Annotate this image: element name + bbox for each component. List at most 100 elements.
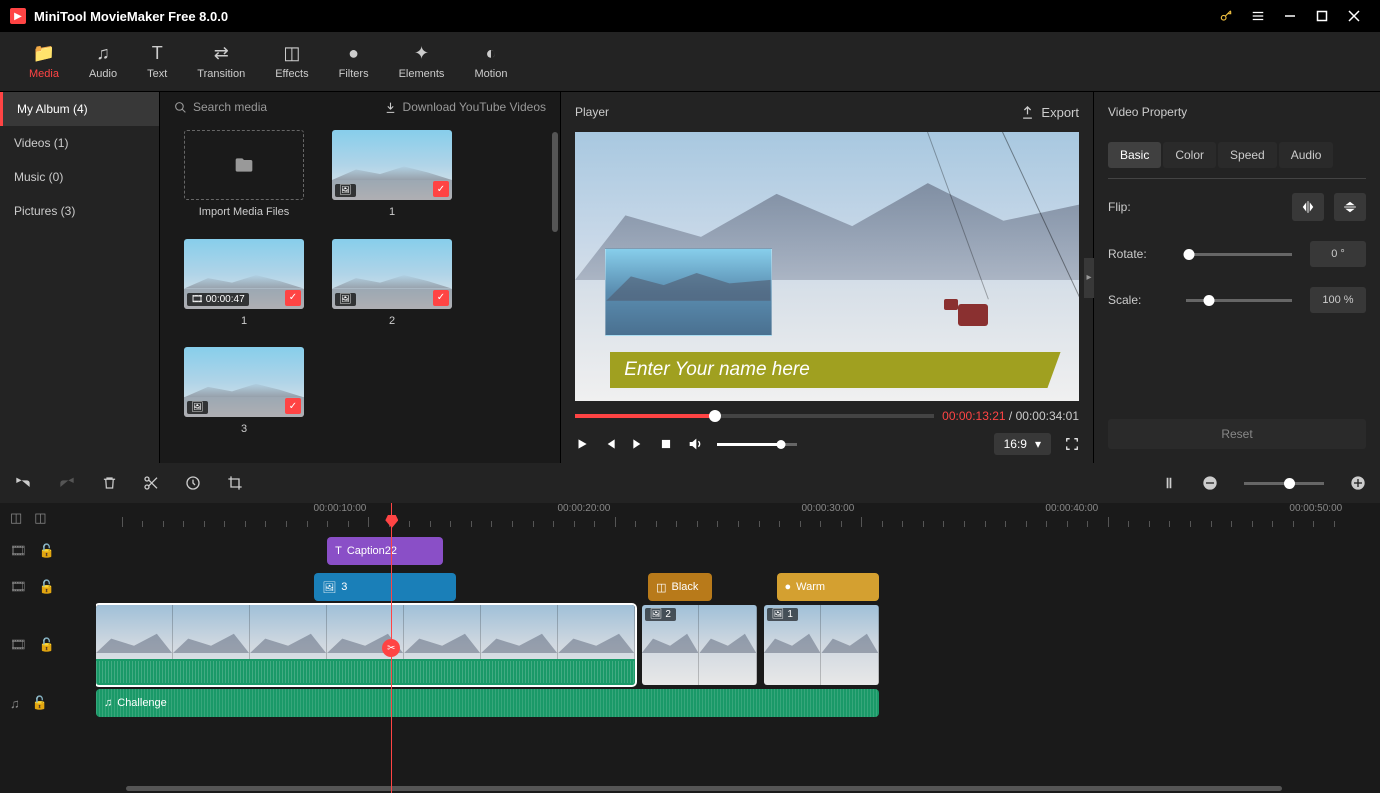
close-button[interactable] [1338,0,1370,32]
speed-button[interactable] [185,475,201,491]
sidebar-item-myalbum[interactable]: My Album (4) [0,92,159,126]
lock-icon[interactable]: 🔓 [39,543,55,559]
motion-icon: ◐ [486,43,497,64]
sidebar-item-pictures[interactable]: Pictures (3) [0,194,159,228]
text-icon: T [335,545,342,557]
timeline-scrollbar[interactable] [126,786,1282,791]
minimize-button[interactable] [1274,0,1306,32]
search-input[interactable]: Search media [193,100,267,114]
key-icon[interactable] [1210,0,1242,32]
download-icon [384,101,397,114]
zoom-in-button[interactable] [1350,475,1366,491]
check-icon: ✓ [285,290,301,306]
import-media-button[interactable] [184,130,304,200]
undo-button[interactable] [14,475,32,491]
audio-track: ♫ Challenge [96,685,1380,721]
image-icon: 🖼 [322,581,336,594]
flip-label: Flip: [1108,200,1168,214]
music-icon: ♫ [10,696,20,711]
download-youtube-button[interactable]: Download YouTube Videos [384,100,546,114]
tab-filters[interactable]: ●Filters [325,37,383,86]
overlay-track: 🖼 3 ◫ Black ● Warm [96,569,1380,605]
media-scrollbar[interactable] [552,132,558,232]
media-panel: Search media Download YouTube Videos Imp… [160,92,560,463]
menu-icon[interactable] [1242,0,1274,32]
transition-clip[interactable]: ◫ Black [648,573,712,601]
tab-text[interactable]: TText [133,37,181,86]
prop-tab-speed[interactable]: Speed [1218,142,1277,168]
scale-value[interactable]: 100 % [1310,287,1366,313]
audio-clip[interactable]: ♫ Challenge [96,689,879,717]
pip-clip[interactable]: 🖼 3 [314,573,455,601]
collapse-track-icon[interactable]: ◫ [34,510,46,526]
next-button[interactable] [631,437,645,451]
scale-slider[interactable] [1186,299,1292,302]
flip-vertical-button[interactable] [1334,193,1366,221]
video-clip-1[interactable] [96,605,635,685]
caption-clip[interactable]: T Caption22 [327,537,443,565]
media-item-1[interactable]: 🖼 ✓ [332,130,452,200]
time-display: 00:00:13:21 / 00:00:34:01 [942,409,1079,423]
maximize-button[interactable] [1306,0,1338,32]
reset-button[interactable]: Reset [1108,419,1366,449]
sidebar-item-videos[interactable]: Videos (1) [0,126,159,160]
zoom-slider[interactable] [1244,482,1324,485]
filter-clip[interactable]: ● Warm [777,573,880,601]
prev-button[interactable] [603,437,617,451]
app-title: MiniTool MovieMaker Free 8.0.0 [34,9,1210,24]
marker-button[interactable] [1162,475,1176,491]
aspect-ratio-select[interactable]: 16:9▾ [994,433,1051,455]
split-button[interactable] [143,475,159,491]
image-icon: 🖼 [335,184,356,197]
volume-slider[interactable] [717,443,797,446]
tab-transition[interactable]: ⇄Transition [183,37,259,86]
check-icon: ✓ [433,181,449,197]
tab-motion[interactable]: ◐Motion [460,37,521,86]
lock-icon[interactable]: 🔓 [39,637,55,653]
fullscreen-button[interactable] [1065,437,1079,451]
redo-button[interactable] [58,475,76,491]
prop-tab-basic[interactable]: Basic [1108,142,1161,168]
tab-media[interactable]: 📁Media [15,37,73,86]
tracks-area[interactable]: 00:00:10:0000:00:20:0000:00:30:0000:00:4… [96,503,1380,793]
caption-overlay: Enter Your name here [610,352,1043,388]
media-item-2[interactable]: 🖼 ✓ [332,239,452,309]
rotate-value[interactable]: 0 ° [1310,241,1366,267]
playhead[interactable]: ✂ [391,503,392,793]
prop-tab-audio[interactable]: Audio [1279,142,1334,168]
lock-icon[interactable]: 🔓 [39,579,55,595]
video-preview[interactable]: Enter Your name here [575,132,1079,401]
tab-audio[interactable]: ♫Audio [75,37,131,86]
tab-effects[interactable]: ◫Effects [261,37,322,86]
video-clip-2[interactable]: 🖼2 [642,605,758,685]
panel-expand-button[interactable]: ▸ [1084,258,1094,298]
rotate-slider[interactable] [1186,253,1292,256]
export-button[interactable]: Export [1020,105,1079,120]
volume-icon[interactable] [687,436,703,452]
property-panel: Video Property Basic Color Speed Audio F… [1094,92,1380,463]
delete-button[interactable] [102,475,117,491]
add-track-icon[interactable]: ◫ [10,510,22,526]
time-ruler[interactable]: 00:00:10:0000:00:20:0000:00:30:0000:00:4… [96,503,1380,533]
effects-icon: ◫ [283,43,300,64]
media-item-3[interactable]: 🖼 ✓ [184,347,304,417]
lock-icon[interactable]: 🔓 [32,695,48,711]
media-item-video-1[interactable]: 🎞00:00:47 ✓ [184,239,304,309]
scale-label: Scale: [1108,293,1168,307]
progress-bar[interactable] [575,414,934,418]
property-title: Video Property [1094,92,1380,132]
video-track: 🖼2 🖼1 [96,605,1380,685]
music-icon: ♫ [96,43,110,64]
crop-button[interactable] [227,475,243,491]
prop-tab-color[interactable]: Color [1163,142,1216,168]
video-clip-3[interactable]: 🖼1 [764,605,880,685]
media-sidebar: My Album (4) Videos (1) Music (0) Pictur… [0,92,160,463]
timeline: ◫ ◫ 🎞🔓 🎞🔓 🎞🔓 ♫🔓 00:00:10:0000:00:20:0000… [0,463,1380,793]
zoom-out-button[interactable] [1202,475,1218,491]
play-button[interactable] [575,437,589,451]
flip-horizontal-button[interactable] [1292,193,1324,221]
image-icon: 🖼 [772,609,785,620]
tab-elements[interactable]: ✦Elements [385,37,459,86]
sidebar-item-music[interactable]: Music (0) [0,160,159,194]
stop-button[interactable] [659,437,673,451]
